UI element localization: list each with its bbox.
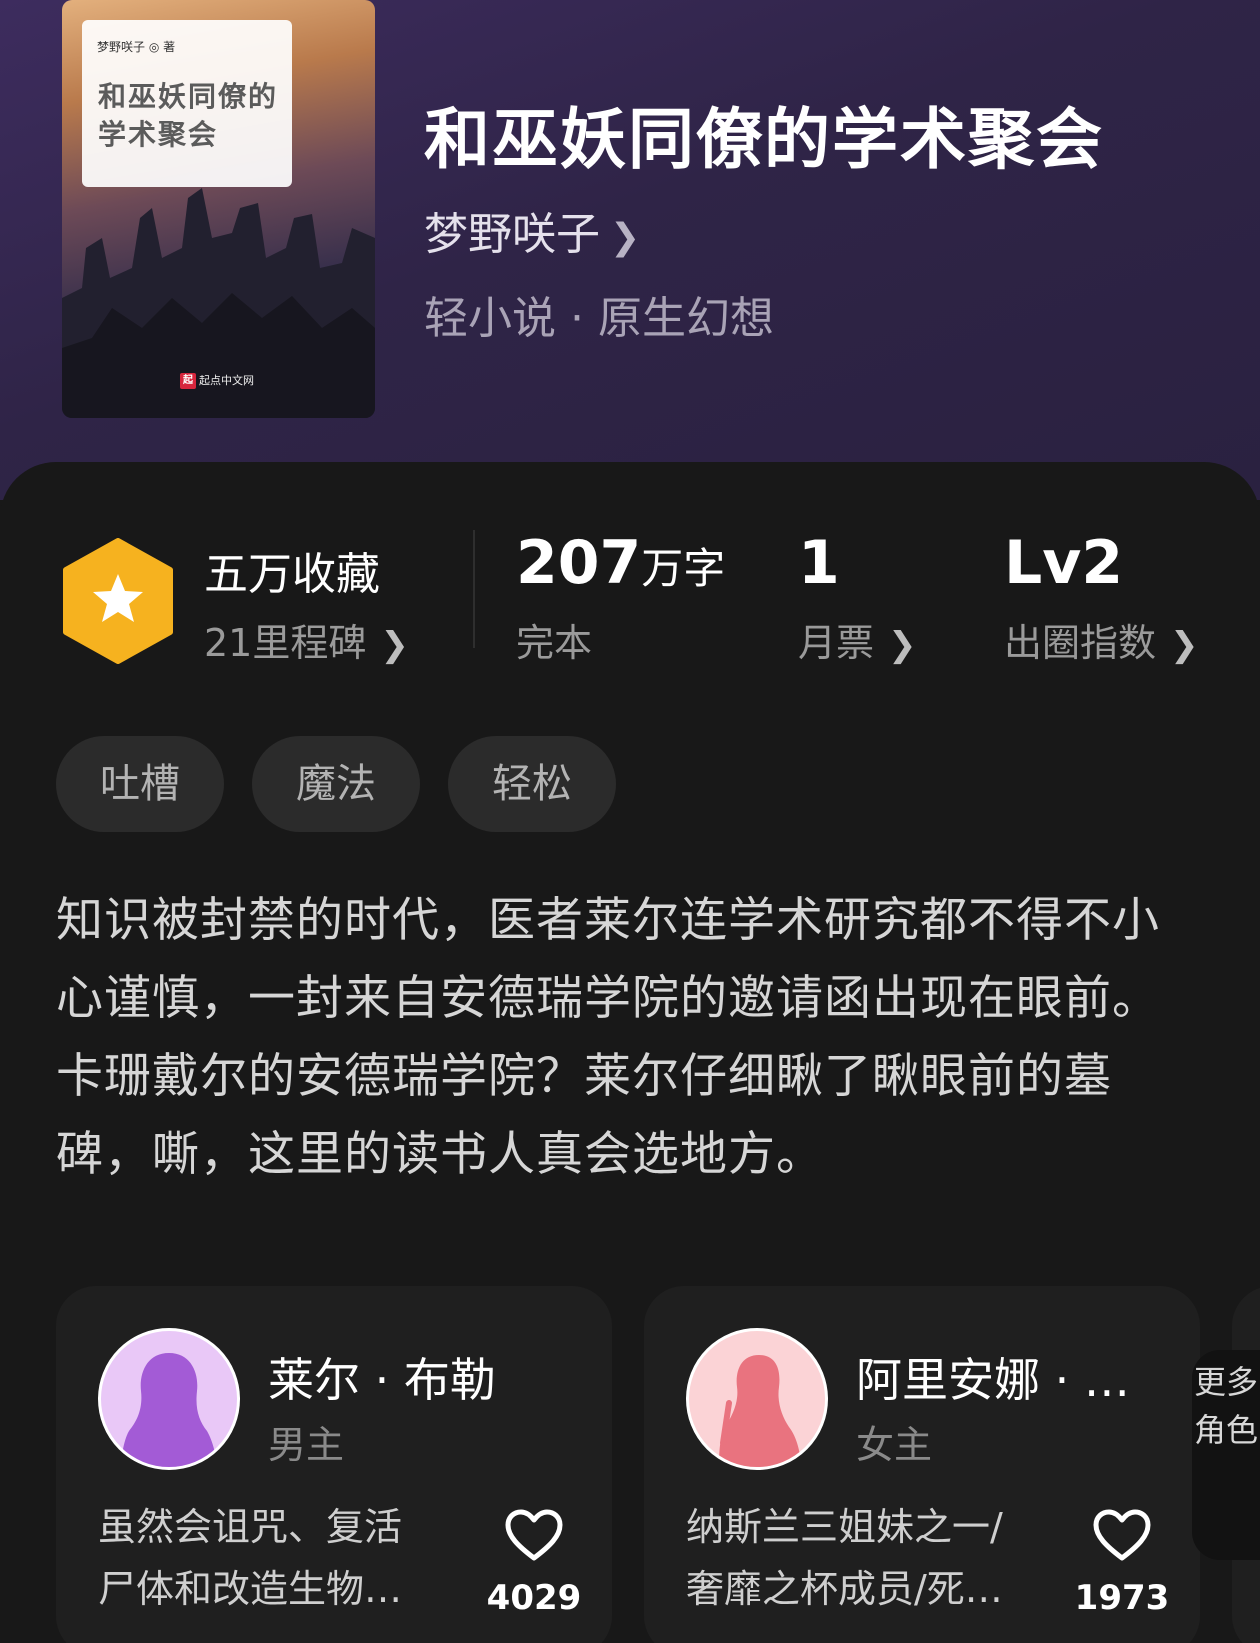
book-status: 完本: [516, 621, 593, 665]
character-silhouette-icon: [719, 1355, 801, 1467]
level-link[interactable]: 出圈指数 ❯: [1004, 612, 1199, 667]
character-description: 虽然会诅咒、复活尸体和改造生物…: [98, 1505, 403, 1611]
chevron-right-icon: ❯: [380, 625, 409, 665]
level-value: Lv2: [1004, 528, 1124, 598]
tag-chip[interactable]: 吐槽: [56, 736, 224, 832]
character-description: 纳斯兰三姐妹之一/奢靡之杯成员/死…: [686, 1505, 1003, 1611]
character-role: 男主: [268, 1423, 345, 1467]
cover-author: 梦野咲子 ◎ 著: [97, 40, 176, 54]
book-detail-page: 梦野咲子 ◎ 著 和巫妖同僚的学术聚会 起起点中文网 和巫妖同僚的学术聚会 梦野…: [0, 0, 1260, 1643]
tag-chip[interactable]: 魔法: [252, 736, 420, 832]
level-label: 出圈指数: [1004, 621, 1157, 665]
stats-divider: [473, 530, 475, 648]
monthly-label: 月票: [798, 621, 875, 665]
book-title: 和巫妖同僚的学术聚会: [424, 100, 1104, 178]
chevron-right-icon: ❯: [888, 625, 917, 665]
heart-icon[interactable]: [504, 1508, 564, 1562]
milestone-link[interactable]: 21里程碑 ❯: [204, 612, 409, 667]
book-cover[interactable]: 梦野咲子 ◎ 著 和巫妖同僚的学术聚会 起起点中文网: [62, 0, 375, 418]
like-count: 1973: [1074, 1578, 1170, 1618]
cover-title-label: 梦野咲子 ◎ 著 和巫妖同僚的学术聚会: [82, 20, 292, 187]
monthly-tickets-count: 1: [798, 528, 840, 598]
cover-publisher: 起起点中文网: [180, 372, 254, 389]
character-role: 女主: [856, 1423, 933, 1467]
character-avatar: [98, 1328, 240, 1470]
tag-chip[interactable]: 轻松: [448, 736, 616, 832]
word-count: 207万字: [516, 528, 726, 598]
character-name: 莱尔 · 布勒: [268, 1353, 496, 1407]
milestone-sub: 21里程碑: [204, 621, 367, 665]
more-roles-button[interactable]: 更多角色: [1192, 1350, 1260, 1560]
book-introduction[interactable]: 知识被封禁的时代，医者莱尔连学术研究都不得不小心谨慎，一封来自安德瑞学院的邀请函…: [56, 882, 1176, 1194]
star-hexagon-icon[interactable]: [62, 538, 174, 664]
chevron-right-icon: ❯: [1170, 625, 1199, 665]
like-count: 4029: [486, 1578, 582, 1618]
publisher-logo-icon: 起: [180, 373, 196, 389]
character-avatar: [686, 1328, 828, 1470]
monthly-tickets-link[interactable]: 月票 ❯: [798, 612, 917, 667]
character-card[interactable]: 莱尔 · 布勒 男主 虽然会诅咒、复活尸体和改造生物… 4029: [56, 1286, 612, 1643]
heart-icon[interactable]: [1092, 1508, 1152, 1562]
character-name: 阿里安娜 · …: [856, 1353, 1130, 1407]
book-category[interactable]: 轻小说 · 原生幻想: [424, 282, 774, 346]
author-link[interactable]: 梦野咲子 ❯: [424, 198, 640, 262]
character-card[interactable]: 阿里安娜 · … 女主 纳斯兰三姐妹之一/奢靡之杯成员/死… 1973: [644, 1286, 1200, 1643]
milestone-title[interactable]: 五万收藏: [204, 538, 380, 602]
word-unit: 万字: [641, 544, 726, 593]
author-name: 梦野咲子: [424, 209, 600, 260]
chevron-right-icon: ❯: [610, 217, 641, 258]
character-silhouette-icon: [121, 1353, 217, 1467]
cover-title: 和巫妖同僚的学术聚会: [98, 80, 279, 151]
